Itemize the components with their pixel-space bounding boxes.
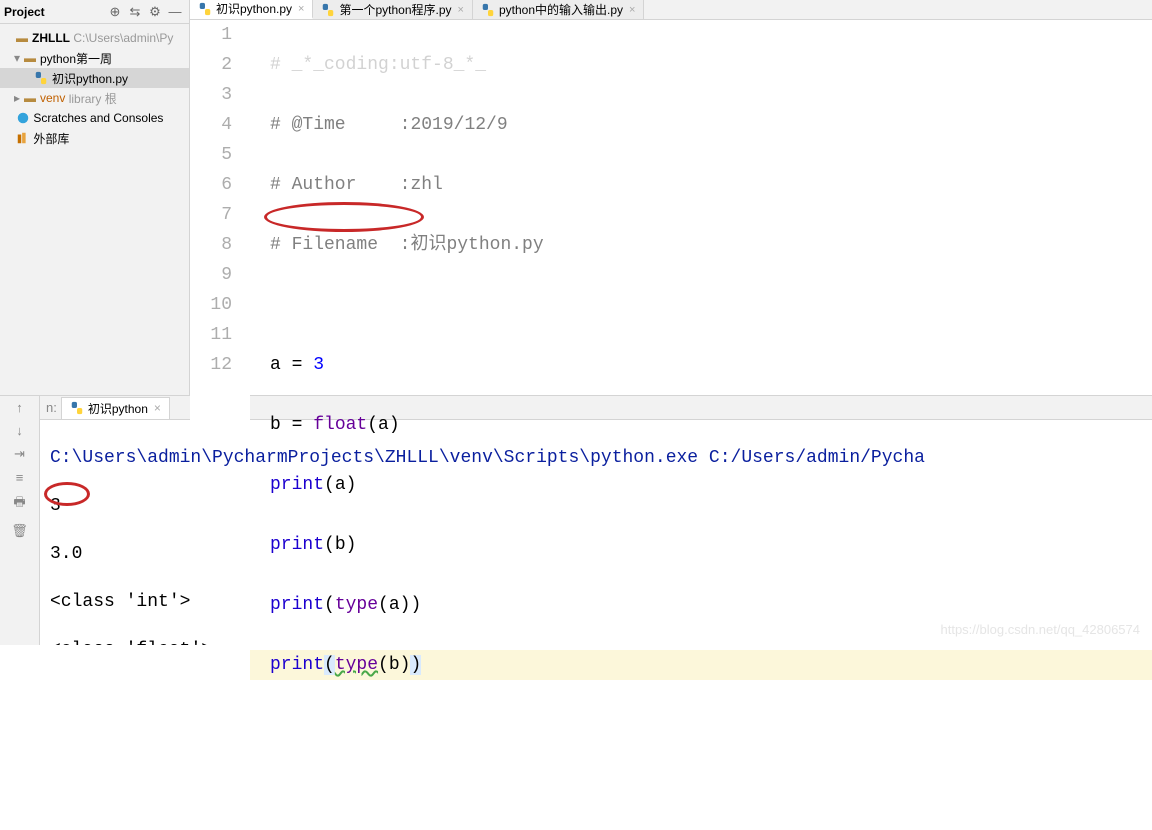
project-tree: ▬ ZHLLL C:\Users\admin\Py ▾ ▬ python第一周 … (0, 24, 189, 395)
run-toolbar: ↑ ↓ ⇥ ≡ 🖶 🗑 (0, 396, 40, 645)
wrap-icon[interactable]: ⇥ (14, 446, 25, 462)
project-sidebar: Project ⊕ ⇆ ⚙ — ▬ ZHLLL C:\Users\admin\P… (0, 0, 190, 395)
file-label: 初识python.py (52, 70, 128, 87)
hide-icon[interactable]: — (165, 2, 185, 22)
run-panel: ↑ ↓ ⇥ ≡ 🖶 🗑 n: 初识python × C:\Users\admin… (0, 395, 1152, 645)
python-file-icon (34, 71, 48, 85)
print-icon[interactable]: 🖶 (13, 493, 25, 515)
run-tab[interactable]: 初识python × (61, 397, 170, 419)
gear-icon[interactable]: ⚙ (145, 2, 165, 22)
external-row[interactable]: 外部库 (0, 128, 189, 148)
tab-label: 初识python.py (216, 0, 292, 17)
editor: 初识python.py × 第一个python程序.py × python中的输… (190, 0, 1152, 395)
folder-label: python第一周 (40, 50, 112, 67)
sidebar-header: Project ⊕ ⇆ ⚙ — (0, 0, 189, 24)
venv-row[interactable]: ▸ ▬ venv library 根 (0, 88, 189, 108)
folder-icon: ▬ (24, 51, 36, 65)
collapse-icon[interactable]: ⇆ (125, 2, 145, 22)
close-icon[interactable]: × (298, 3, 304, 15)
chevron-down-icon: ▾ (12, 51, 22, 65)
venv-suffix: library 根 (69, 90, 117, 107)
close-icon[interactable]: × (629, 4, 635, 16)
editor-tabs: 初识python.py × 第一个python程序.py × python中的输… (190, 0, 1152, 20)
close-icon[interactable]: × (154, 401, 161, 415)
stop-icon[interactable]: ↓ (16, 423, 23, 438)
console-output[interactable]: C:\Users\admin\PycharmProjects\ZHLLL\ven… (40, 420, 1152, 645)
annotation-oval (264, 202, 424, 232)
scroll-icon[interactable]: ≡ (16, 470, 24, 485)
venv-label: venv (40, 91, 65, 105)
external-label: 外部库 (33, 130, 69, 147)
file-row[interactable]: 初识python.py (0, 68, 189, 88)
tab-file-2[interactable]: 第一个python程序.py × (313, 0, 472, 19)
run-tab-label: 初识python (88, 400, 148, 417)
python-file-icon (198, 2, 212, 16)
tab-label: 第一个python程序.py (339, 1, 451, 18)
chevron-right-icon: ▸ (12, 91, 22, 105)
sidebar-title: Project (4, 5, 45, 19)
python-file-icon (70, 401, 84, 415)
project-root[interactable]: ▬ ZHLLL C:\Users\admin\Py (0, 28, 189, 48)
tab-label: python中的输入输出.py (499, 1, 623, 18)
python-file-icon (481, 3, 495, 17)
tab-file-3[interactable]: python中的输入输出.py × (473, 0, 644, 19)
rerun-icon[interactable]: ↑ (16, 400, 23, 415)
trash-icon[interactable]: 🗑 (11, 523, 28, 539)
scratches-label: Scratches and Consoles (33, 111, 163, 125)
folder-icon: ▬ (16, 31, 28, 45)
library-icon (16, 131, 30, 145)
python-file-icon (321, 3, 335, 17)
run-label-prefix: n: (46, 400, 57, 415)
target-icon[interactable]: ⊕ (105, 2, 125, 22)
tab-file-1[interactable]: 初识python.py × (190, 0, 313, 19)
folder-row[interactable]: ▾ ▬ python第一周 (0, 48, 189, 68)
scratches-row[interactable]: Scratches and Consoles (0, 108, 189, 128)
watermark: https://blog.csdn.net/qq_42806574 (941, 622, 1141, 637)
project-path: C:\Users\admin\Py (73, 31, 173, 45)
project-name: ZHLLL (32, 31, 70, 45)
close-icon[interactable]: × (458, 4, 464, 16)
folder-icon: ▬ (24, 91, 36, 105)
scratches-icon (16, 111, 30, 125)
